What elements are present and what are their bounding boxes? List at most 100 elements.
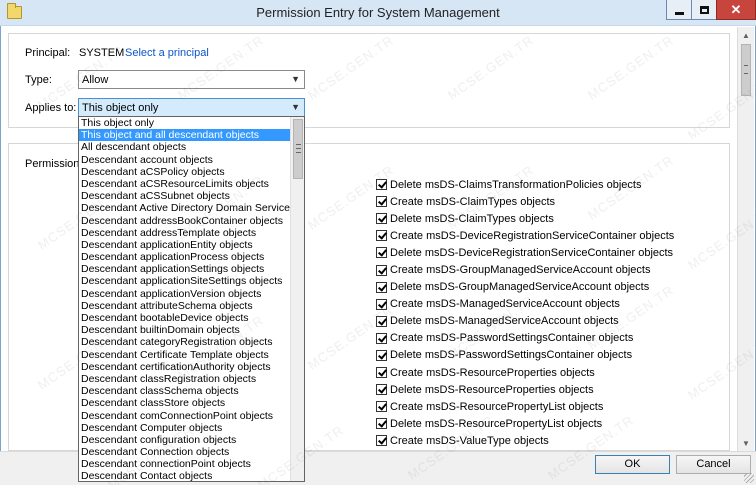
dropdown-option[interactable]: This object only xyxy=(79,117,291,129)
permission-checkbox[interactable] xyxy=(376,418,387,430)
minimize-button[interactable] xyxy=(666,0,692,20)
dropdown-option[interactable]: Descendant aCSSubnet objects xyxy=(79,190,291,202)
minimize-icon xyxy=(674,11,684,15)
permission-checkbox[interactable] xyxy=(376,401,387,413)
dropdown-option[interactable]: Descendant classStore objects xyxy=(79,397,291,409)
dropdown-option[interactable]: Descendant connectionPoint objects xyxy=(79,458,291,470)
permission-checkbox[interactable] xyxy=(376,332,387,344)
dropdown-option[interactable]: Descendant bootableDevice objects xyxy=(79,312,291,324)
dropdown-option[interactable]: Descendant applicationEntity objects xyxy=(79,239,291,251)
dropdown-option[interactable]: Descendant account objects xyxy=(79,154,291,166)
permission-label: Delete msDS-ResourcePropertyList objects xyxy=(390,417,603,430)
permission-row[interactable]: Create msDS-ClaimTypes objects xyxy=(376,193,706,210)
cancel-button[interactable]: Cancel xyxy=(676,455,751,474)
permission-checkbox[interactable] xyxy=(376,315,387,327)
type-select[interactable]: Allow ▼ xyxy=(78,70,305,89)
permission-row[interactable]: Delete msDS-ResourcePropertyList objects xyxy=(376,415,706,432)
permission-row[interactable]: Create msDS-PasswordSettingsContainer ob… xyxy=(376,330,706,347)
window-title: Permission Entry for System Management xyxy=(256,5,500,20)
permission-row[interactable]: Create msDS-DeviceRegistrationServiceCon… xyxy=(376,227,706,244)
permission-checkbox[interactable] xyxy=(376,247,387,259)
applies-to-dropdown-list[interactable]: This object only This object and all desc… xyxy=(78,116,305,482)
permission-label: Delete msDS-ResourceProperties objects xyxy=(390,383,594,396)
dropdown-options: This object only This object and all desc… xyxy=(79,117,291,481)
scrollbar-thumb[interactable] xyxy=(741,44,751,96)
dropdown-scrollbar-thumb[interactable] xyxy=(293,119,303,179)
window-scrollbar[interactable]: ▲ ▼ xyxy=(737,27,754,451)
permission-row[interactable]: Create msDS-ValueType objects xyxy=(376,432,706,449)
permission-label: Create msDS-GroupManagedServiceAccount o… xyxy=(390,264,651,277)
select-principal-link[interactable]: Select a principal xyxy=(125,47,209,59)
dropdown-option[interactable]: Descendant Computer objects xyxy=(79,422,291,434)
principal-value: SYSTEM xyxy=(79,47,125,59)
dropdown-option[interactable]: Descendant aCSPolicy objects xyxy=(79,166,291,178)
applies-to-select-value: This object only xyxy=(82,102,159,114)
permission-checkbox[interactable] xyxy=(376,384,387,396)
permission-checkbox[interactable] xyxy=(376,349,387,361)
permission-row[interactable]: Delete msDS-DeviceRegistrationServiceCon… xyxy=(376,244,706,261)
permission-row[interactable]: Delete msDS-ManagedServiceAccount object… xyxy=(376,313,706,330)
chevron-down-icon: ▼ xyxy=(291,74,300,84)
dropdown-option[interactable]: Descendant classSchema objects xyxy=(79,385,291,397)
dropdown-option[interactable]: Descendant builtinDomain objects xyxy=(79,324,291,336)
dropdown-option[interactable]: Descendant Connection objects xyxy=(79,446,291,458)
permission-checkbox[interactable] xyxy=(376,435,387,447)
permission-label: Delete msDS-ManagedServiceAccount object… xyxy=(390,315,619,328)
scroll-up-icon[interactable]: ▲ xyxy=(738,27,754,43)
type-select-value: Allow xyxy=(82,74,109,86)
dropdown-option[interactable]: Descendant applicationVersion objects xyxy=(79,288,291,300)
close-button[interactable]: ✕ xyxy=(716,0,756,20)
permission-label: Delete msDS-GroupManagedServiceAccount o… xyxy=(390,281,650,294)
permission-label: Create msDS-PasswordSettingsContainer ob… xyxy=(390,332,634,345)
chevron-down-icon: ▼ xyxy=(291,102,300,112)
applies-to-select[interactable]: This object only ▼ xyxy=(78,98,305,117)
dropdown-scrollbar[interactable] xyxy=(290,117,304,481)
dropdown-option[interactable]: Descendant addressBookContainer objects xyxy=(79,215,291,227)
permission-checkbox[interactable] xyxy=(376,298,387,310)
dropdown-option[interactable]: Descendant categoryRegistration objects xyxy=(79,336,291,348)
permission-checkbox[interactable] xyxy=(376,230,387,242)
permission-row[interactable]: Create msDS-ManagedServiceAccount object… xyxy=(376,296,706,313)
applies-to-label: Applies to: xyxy=(25,102,77,114)
permission-row[interactable]: Create msDS-GroupManagedServiceAccount o… xyxy=(376,261,706,278)
dropdown-option[interactable]: All descendant objects xyxy=(79,141,291,153)
title-bar[interactable]: Permission Entry for System Management xyxy=(0,0,756,26)
permission-checkbox[interactable] xyxy=(376,367,387,379)
permission-label: Create msDS-ClaimTypes objects xyxy=(390,195,556,208)
type-label: Type: xyxy=(25,74,52,86)
dropdown-option[interactable]: Descendant applicationSettings objects xyxy=(79,263,291,275)
dropdown-option[interactable]: Descendant Contact objects xyxy=(79,470,291,481)
permission-checkbox[interactable] xyxy=(376,196,387,208)
permission-checkbox[interactable] xyxy=(376,281,387,293)
permission-label: Delete msDS-ClaimsTransformationPolicies… xyxy=(390,178,642,191)
permission-row[interactable]: Delete msDS-GroupManagedServiceAccount o… xyxy=(376,279,706,296)
dropdown-option[interactable]: Descendant Certificate Template objects xyxy=(79,349,291,361)
permission-row[interactable]: Delete msDS-PasswordSettingsContainer ob… xyxy=(376,347,706,364)
permission-row[interactable]: Create msDS-ResourceProperties objects xyxy=(376,364,706,381)
permission-row[interactable]: Delete msDS-ClaimsTransformationPolicies… xyxy=(376,176,706,193)
dropdown-option[interactable]: Descendant attributeSchema objects xyxy=(79,300,291,312)
permission-row[interactable]: Delete msDS-ResourceProperties objects xyxy=(376,381,706,398)
maximize-button[interactable] xyxy=(691,0,717,20)
dropdown-option[interactable]: Descendant Active Directory Domain Servi… xyxy=(79,202,291,214)
dropdown-option[interactable]: Descendant aCSResourceLimits objects xyxy=(79,178,291,190)
permission-row[interactable]: Create msDS-ResourcePropertyList objects xyxy=(376,398,706,415)
dropdown-option[interactable]: Descendant configuration objects xyxy=(79,434,291,446)
resize-grip-icon[interactable] xyxy=(744,473,754,483)
dropdown-option[interactable]: Descendant comConnectionPoint objects xyxy=(79,410,291,422)
scroll-down-icon[interactable]: ▼ xyxy=(738,435,754,451)
permission-checkbox[interactable] xyxy=(376,213,387,225)
dropdown-option[interactable]: Descendant applicationProcess objects xyxy=(79,251,291,263)
dropdown-option[interactable]: Descendant classRegistration objects xyxy=(79,373,291,385)
dropdown-option[interactable]: Descendant addressTemplate objects xyxy=(79,227,291,239)
principal-label: Principal: xyxy=(25,47,71,59)
permission-label: Create msDS-ValueType objects xyxy=(390,434,549,447)
dropdown-option[interactable]: This object and all descendant objects xyxy=(79,129,291,142)
dropdown-option[interactable]: Descendant certificationAuthority object… xyxy=(79,361,291,373)
permission-checkbox[interactable] xyxy=(376,264,387,276)
dropdown-option[interactable]: Descendant applicationSiteSettings objec… xyxy=(79,275,291,287)
permission-row[interactable]: Delete msDS-ClaimTypes objects xyxy=(376,210,706,227)
close-icon: ✕ xyxy=(730,1,742,17)
ok-button[interactable]: OK xyxy=(595,455,670,474)
permission-checkbox[interactable] xyxy=(376,179,387,191)
